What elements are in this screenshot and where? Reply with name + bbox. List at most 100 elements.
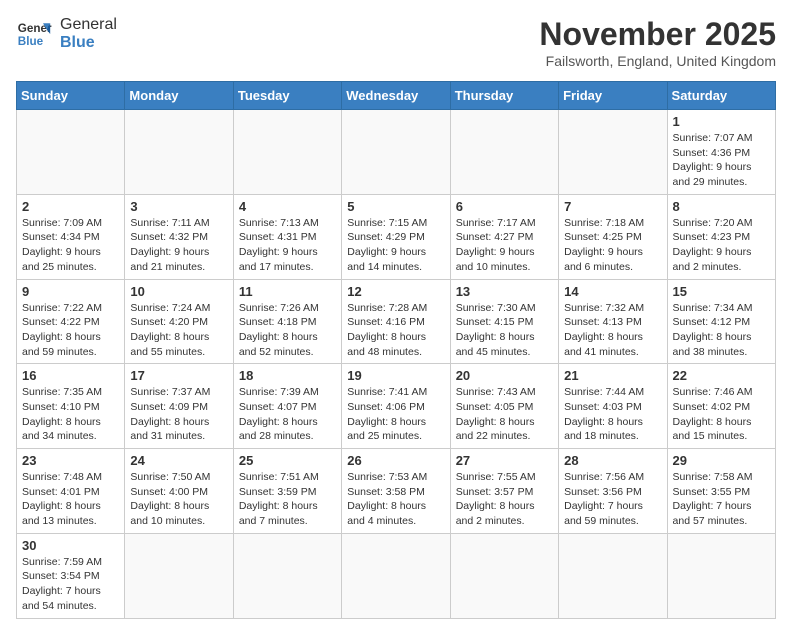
day-number: 23 [22,453,119,468]
calendar-day-cell: 26 Sunrise: 7:53 AMSunset: 3:58 PMDayligh… [342,449,450,534]
weekday-header-row: SundayMondayTuesdayWednesdayThursdayFrid… [17,82,776,110]
day-info: Sunrise: 7:34 AMSunset: 4:12 PMDaylight:… [673,301,770,360]
day-info: Sunrise: 7:09 AMSunset: 4:34 PMDaylight:… [22,216,119,275]
calendar-day-cell: 10 Sunrise: 7:24 AMSunset: 4:20 PMDayligh… [125,279,233,364]
day-number: 14 [564,284,661,299]
calendar-day-cell: 7Sunrise: 7:18 AMSunset: 4:25 PMDaylight… [559,194,667,279]
day-number: 21 [564,368,661,383]
day-info: Sunrise: 7:26 AMSunset: 4:18 PMDaylight:… [239,301,336,360]
day-info: Sunrise: 7:39 AMSunset: 4:07 PMDaylight:… [239,385,336,444]
day-number: 11 [239,284,336,299]
calendar: SundayMondayTuesdayWednesdayThursdayFrid… [16,81,776,619]
calendar-day-cell: 24Sunrise: 7:50 AMSunset: 4:00 PMDayligh… [125,449,233,534]
day-number: 7 [564,199,661,214]
day-number: 15 [673,284,770,299]
calendar-day-cell: 1Sunrise: 7:07 AMSunset: 4:36 PMDaylight… [667,110,775,195]
day-number: 25 [239,453,336,468]
calendar-day-cell [125,110,233,195]
day-number: 26 [347,453,444,468]
day-info: Sunrise: 7:22 AMSunset: 4:22 PMDaylight:… [22,301,119,360]
day-info: Sunrise: 7:32 AMSunset: 4:13 PMDaylight:… [564,301,661,360]
day-info: Sunrise: 7:35 AMSunset: 4:10 PMDaylight:… [22,385,119,444]
calendar-week-row: 1Sunrise: 7:07 AMSunset: 4:36 PMDaylight… [17,110,776,195]
calendar-day-cell [667,533,775,618]
calendar-week-row: 2 Sunrise: 7:09 AMSunset: 4:34 PMDaylight… [17,194,776,279]
calendar-day-cell: 19 Sunrise: 7:41 AMSunset: 4:06 PMDayligh… [342,364,450,449]
day-number: 3 [130,199,227,214]
calendar-day-cell [559,110,667,195]
calendar-day-cell [559,533,667,618]
day-number: 17 [130,368,227,383]
calendar-day-cell [450,533,558,618]
svg-text:Blue: Blue [18,35,44,48]
day-info: Sunrise: 7:59 AMSunset: 3:54 PMDaylight:… [22,555,119,614]
calendar-day-cell [233,110,341,195]
day-info: Sunrise: 7:48 AMSunset: 4:01 PMDaylight:… [22,470,119,529]
day-number: 29 [673,453,770,468]
weekday-header: Monday [125,82,233,110]
calendar-day-cell: 4 Sunrise: 7:13 AMSunset: 4:31 PMDaylight… [233,194,341,279]
calendar-week-row: 23 Sunrise: 7:48 AMSunset: 4:01 PMDayligh… [17,449,776,534]
calendar-day-cell: 27 Sunrise: 7:55 AMSunset: 3:57 PMDayligh… [450,449,558,534]
day-number: 5 [347,199,444,214]
calendar-day-cell: 5 Sunrise: 7:15 AMSunset: 4:29 PMDaylight… [342,194,450,279]
weekday-header: Saturday [667,82,775,110]
calendar-day-cell: 15 Sunrise: 7:34 AMSunset: 4:12 PMDayligh… [667,279,775,364]
month-title: November 2025 [539,16,776,53]
weekday-header: Sunday [17,82,125,110]
weekday-header: Tuesday [233,82,341,110]
header: General Blue General Blue November 2025 … [16,16,776,69]
logo: General Blue General Blue [16,16,117,52]
calendar-day-cell: 3Sunrise: 7:11 AMSunset: 4:32 PMDaylight… [125,194,233,279]
day-info: Sunrise: 7:15 AMSunset: 4:29 PMDaylight:… [347,216,444,275]
logo-icon: General Blue [16,16,52,52]
calendar-week-row: 9Sunrise: 7:22 AMSunset: 4:22 PMDaylight… [17,279,776,364]
day-info: Sunrise: 7:53 AMSunset: 3:58 PMDaylight:… [347,470,444,529]
day-number: 16 [22,368,119,383]
day-number: 19 [347,368,444,383]
day-number: 27 [456,453,553,468]
day-info: Sunrise: 7:58 AMSunset: 3:55 PMDaylight:… [673,470,770,529]
day-info: Sunrise: 7:37 AMSunset: 4:09 PMDaylight:… [130,385,227,444]
calendar-day-cell: 9Sunrise: 7:22 AMSunset: 4:22 PMDaylight… [17,279,125,364]
day-number: 10 [130,284,227,299]
weekday-header: Thursday [450,82,558,110]
calendar-day-cell: 6 Sunrise: 7:17 AMSunset: 4:27 PMDaylight… [450,194,558,279]
weekday-header: Wednesday [342,82,450,110]
day-number: 28 [564,453,661,468]
day-info: Sunrise: 7:20 AMSunset: 4:23 PMDaylight:… [673,216,770,275]
day-info: Sunrise: 7:41 AMSunset: 4:06 PMDaylight:… [347,385,444,444]
day-number: 2 [22,199,119,214]
day-info: Sunrise: 7:44 AMSunset: 4:03 PMDaylight:… [564,385,661,444]
day-info: Sunrise: 7:28 AMSunset: 4:16 PMDaylight:… [347,301,444,360]
calendar-day-cell: 8 Sunrise: 7:20 AMSunset: 4:23 PMDaylight… [667,194,775,279]
day-info: Sunrise: 7:50 AMSunset: 4:00 PMDaylight:… [130,470,227,529]
day-number: 6 [456,199,553,214]
calendar-day-cell [125,533,233,618]
calendar-day-cell: 25Sunrise: 7:51 AMSunset: 3:59 PMDayligh… [233,449,341,534]
calendar-day-cell: 21 Sunrise: 7:44 AMSunset: 4:03 PMDayligh… [559,364,667,449]
day-info: Sunrise: 7:07 AMSunset: 4:36 PMDaylight:… [673,131,770,190]
day-info: Sunrise: 7:13 AMSunset: 4:31 PMDaylight:… [239,216,336,275]
calendar-week-row: 30 Sunrise: 7:59 AMSunset: 3:54 PMDayligh… [17,533,776,618]
calendar-week-row: 16 Sunrise: 7:35 AMSunset: 4:10 PMDayligh… [17,364,776,449]
day-number: 22 [673,368,770,383]
day-number: 13 [456,284,553,299]
day-info: Sunrise: 7:24 AMSunset: 4:20 PMDaylight:… [130,301,227,360]
day-info: Sunrise: 7:43 AMSunset: 4:05 PMDaylight:… [456,385,553,444]
day-info: Sunrise: 7:55 AMSunset: 3:57 PMDaylight:… [456,470,553,529]
calendar-day-cell: 23 Sunrise: 7:48 AMSunset: 4:01 PMDayligh… [17,449,125,534]
title-area: November 2025 Failsworth, England, Unite… [539,16,776,69]
calendar-day-cell: 2 Sunrise: 7:09 AMSunset: 4:34 PMDaylight… [17,194,125,279]
calendar-day-cell: 18Sunrise: 7:39 AMSunset: 4:07 PMDayligh… [233,364,341,449]
day-info: Sunrise: 7:17 AMSunset: 4:27 PMDaylight:… [456,216,553,275]
calendar-day-cell: 12Sunrise: 7:28 AMSunset: 4:16 PMDayligh… [342,279,450,364]
calendar-day-cell [450,110,558,195]
calendar-day-cell [342,110,450,195]
day-info: Sunrise: 7:30 AMSunset: 4:15 PMDaylight:… [456,301,553,360]
logo-general: General [60,16,117,34]
calendar-day-cell: 20Sunrise: 7:43 AMSunset: 4:05 PMDayligh… [450,364,558,449]
day-number: 8 [673,199,770,214]
day-number: 4 [239,199,336,214]
day-number: 30 [22,538,119,553]
